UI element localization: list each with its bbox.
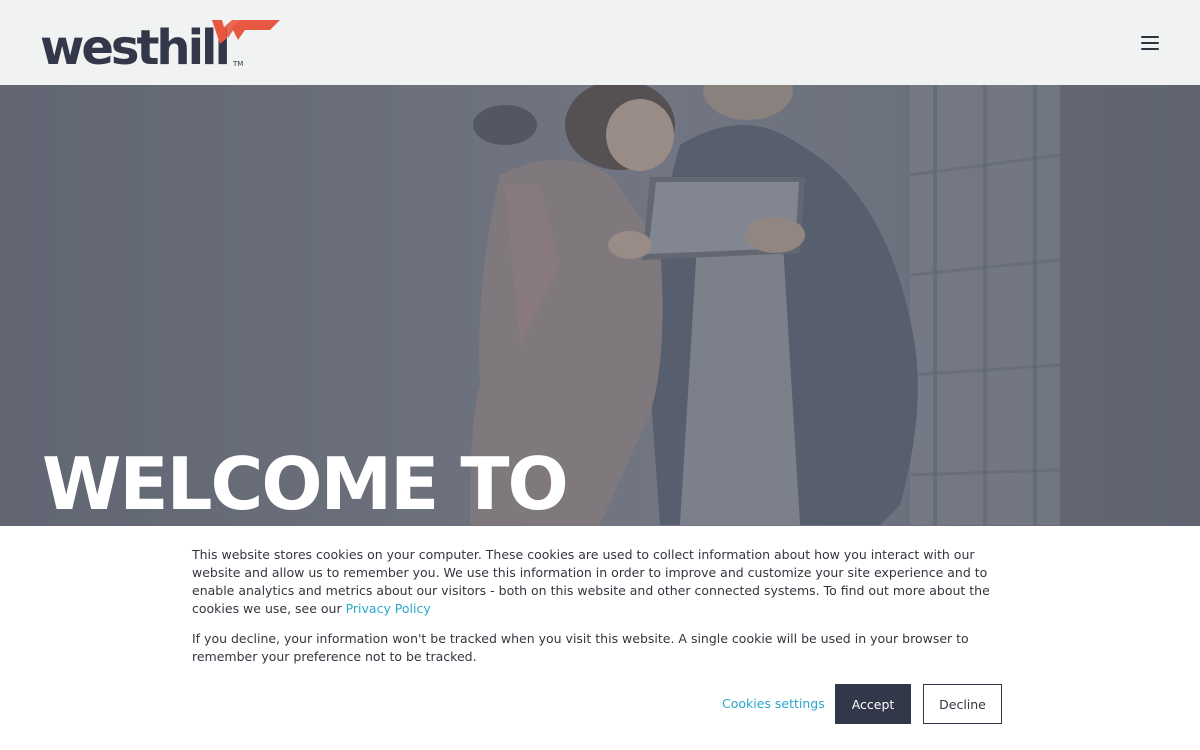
cookie-paragraph-1: This website stores cookies on your comp…: [192, 546, 1022, 618]
cookie-button-row: Cookies settings Accept Decline: [0, 684, 1200, 724]
cookie-description: This website stores cookies on your comp…: [192, 547, 990, 616]
cookie-paragraph-2: If you decline, your information won't b…: [192, 631, 969, 664]
cookies-settings-link[interactable]: Cookies settings: [722, 696, 825, 711]
decline-button[interactable]: Decline: [923, 684, 1002, 724]
site-header: westhill TM: [0, 0, 1200, 85]
menu-line: [1141, 42, 1159, 44]
cookie-consent-banner: This website stores cookies on your comp…: [0, 526, 1200, 750]
logo-trademark: TM: [232, 60, 243, 68]
accept-button[interactable]: Accept: [835, 684, 911, 724]
westhill-logo[interactable]: westhill TM: [40, 16, 285, 76]
logo-mark-icon: [212, 20, 280, 44]
menu-line: [1141, 36, 1159, 38]
privacy-policy-link[interactable]: Privacy Policy: [346, 601, 431, 616]
hamburger-menu-icon[interactable]: [1138, 31, 1162, 55]
hero-title: WELCOME TO: [42, 442, 569, 526]
cookie-text: This website stores cookies on your comp…: [192, 546, 1022, 666]
logo-wordmark: westhill: [40, 20, 228, 72]
menu-line: [1141, 48, 1159, 50]
